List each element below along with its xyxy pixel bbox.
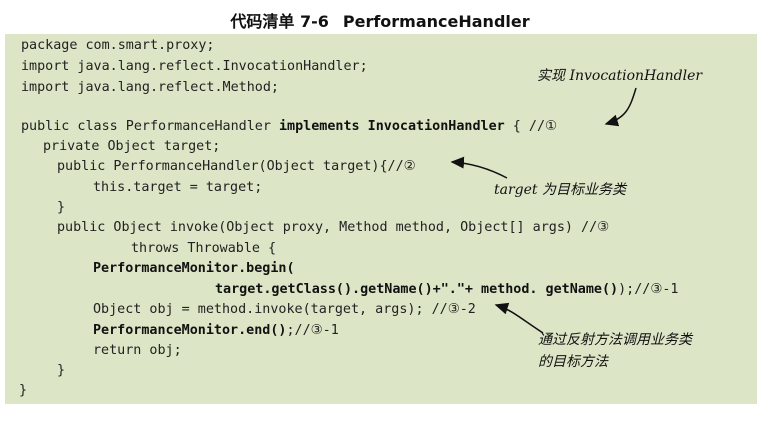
arrow-to-method-invoke [494,302,544,334]
arrow-to-constructor [450,156,508,179]
annotation-arrows [450,87,637,334]
arrow-to-implements [604,87,637,127]
